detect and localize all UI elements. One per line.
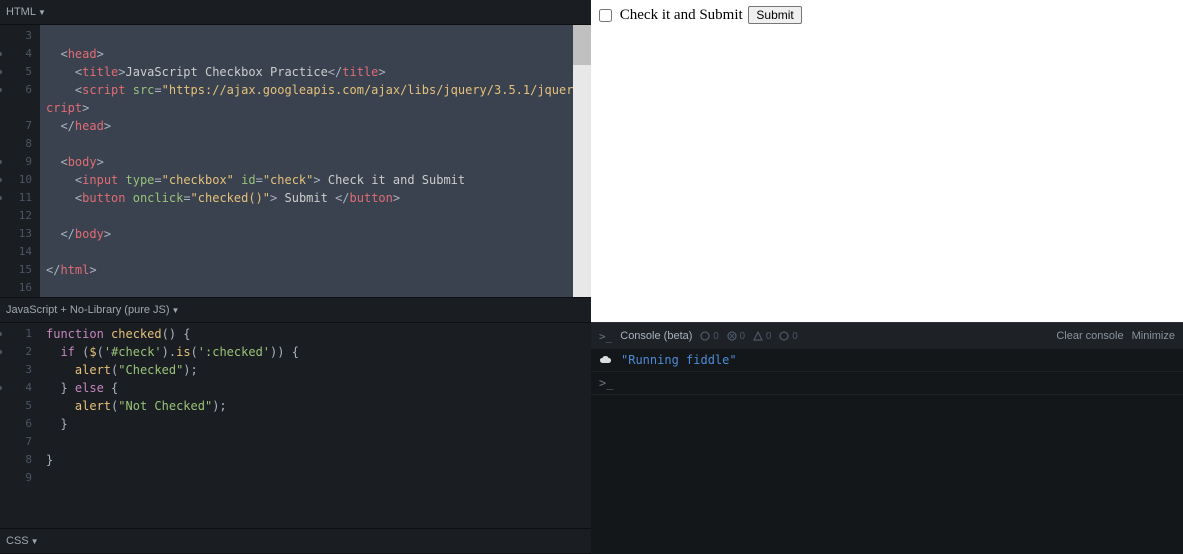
clear-console-button[interactable]: Clear console — [1056, 330, 1123, 342]
console-input-prompt: >_ — [599, 376, 613, 390]
log-count: 0 — [779, 331, 797, 342]
css-panel: CSS ▼ — [0, 528, 591, 554]
console-body: "Running fiddle" >_ — [591, 349, 1183, 554]
console-pane: >_ Console (beta) 0 0 0 0 Clear console … — [591, 322, 1183, 554]
cloud-icon — [599, 354, 613, 366]
html-code-area[interactable]: <head> <title>JavaScript Checkbox Practi… — [40, 25, 573, 297]
html-panel: HTML ▼ 3456 78910111213141516 <head> <ti… — [0, 0, 591, 297]
right-column: Check it and Submit Submit >_ Console (b… — [591, 0, 1183, 554]
console-message-text: "Running fiddle" — [621, 353, 737, 367]
html-line-gutter: 3456 78910111213141516 — [0, 25, 40, 297]
chevron-down-icon: ▼ — [31, 537, 39, 546]
chevron-down-icon: ▼ — [38, 8, 46, 17]
console-counts: 0 0 0 0 — [700, 331, 797, 342]
html-panel-label: HTML — [6, 6, 36, 18]
js-panel: JavaScript + No-Library (pure JS) ▼ 1234… — [0, 297, 591, 528]
console-message-row: "Running fiddle" — [591, 349, 1183, 372]
html-panel-header[interactable]: HTML ▼ — [0, 0, 591, 25]
minimize-console-button[interactable]: Minimize — [1132, 330, 1175, 342]
console-header: >_ Console (beta) 0 0 0 0 Clear console … — [591, 323, 1183, 349]
html-editor[interactable]: 3456 78910111213141516 <head> <title>Jav… — [0, 25, 591, 297]
scrollbar-thumb[interactable] — [573, 25, 591, 65]
css-panel-header[interactable]: CSS ▼ — [0, 529, 591, 554]
info-count: 0 — [700, 331, 718, 342]
chevron-down-icon: ▼ — [172, 306, 180, 315]
js-panel-header[interactable]: JavaScript + No-Library (pure JS) ▼ — [0, 298, 591, 323]
left-column: HTML ▼ 3456 78910111213141516 <head> <ti… — [0, 0, 591, 554]
error-count: 0 — [727, 331, 745, 342]
css-panel-label: CSS — [6, 535, 29, 547]
result-pane: Check it and Submit Submit — [591, 0, 1183, 322]
js-panel-label: JavaScript + No-Library (pure JS) — [6, 304, 170, 316]
result-checkbox-label: Check it and Submit — [620, 7, 743, 23]
console-title: Console (beta) — [620, 330, 692, 342]
js-code-area[interactable]: function checked() { if ($('#check').is(… — [40, 323, 591, 528]
result-checkbox[interactable] — [599, 9, 612, 22]
console-prompt-icon: >_ — [599, 330, 612, 343]
js-editor[interactable]: 123456789 function checked() { if ($('#c… — [0, 323, 591, 528]
scrollbar-track[interactable] — [573, 25, 591, 297]
warn-count: 0 — [753, 331, 771, 342]
console-input-row[interactable]: >_ — [591, 372, 1183, 395]
submit-button[interactable]: Submit — [748, 6, 801, 24]
js-line-gutter: 123456789 — [0, 323, 40, 528]
